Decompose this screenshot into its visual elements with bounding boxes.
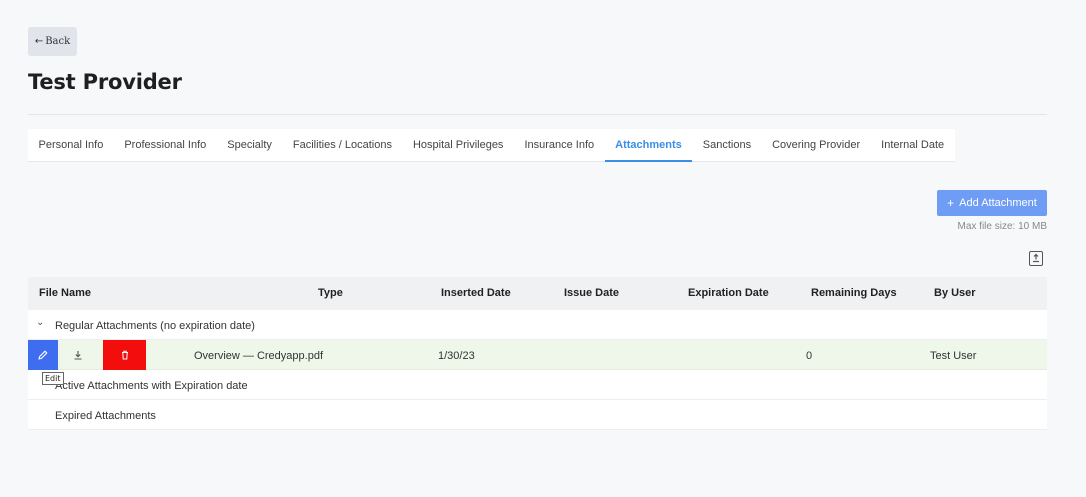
header-issue-date: Issue Date <box>564 287 620 299</box>
add-attachment-button[interactable]: + Add Attachment <box>937 190 1047 216</box>
delete-button[interactable] <box>103 340 146 370</box>
group-label: Expired Attachments <box>55 410 156 422</box>
download-button[interactable] <box>63 340 93 370</box>
file-name-cell[interactable]: Overview — Credyapp.pdf <box>194 350 323 362</box>
chevron-down-icon[interactable]: ⌄ <box>36 317 44 328</box>
group-label: Regular Attachments (no expiration date) <box>55 320 255 332</box>
header-by-user: By User <box>934 287 976 299</box>
group-active-attachments[interactable]: Active Attachments with Expiration date <box>28 370 1047 400</box>
tab-hospital-privileges[interactable]: Hospital Privileges <box>402 129 513 161</box>
tab-bar: Personal Info Professional Info Specialt… <box>28 129 955 162</box>
tab-internal-date[interactable]: Internal Date <box>871 129 955 161</box>
plus-icon: + <box>947 196 955 210</box>
export-icon[interactable] <box>1029 251 1043 266</box>
edit-button[interactable] <box>28 340 58 370</box>
add-attachment-label: Add Attachment <box>959 197 1037 209</box>
divider <box>28 114 1047 115</box>
back-button[interactable]: ← Back <box>28 27 77 56</box>
inserted-date-cell: 1/30/23 <box>438 350 475 362</box>
by-user-cell: Test User <box>930 350 977 362</box>
tab-attachments[interactable]: Attachments <box>604 129 693 162</box>
header-remaining-days: Remaining Days <box>811 287 897 299</box>
attachments-table: File Name Type Inserted Date Issue Date … <box>28 277 1047 430</box>
max-file-size-note: Max file size: 10 MB <box>957 221 1047 232</box>
group-label: Active Attachments with Expiration date <box>55 380 248 392</box>
header-inserted-date: Inserted Date <box>441 287 511 299</box>
tab-covering-provider[interactable]: Covering Provider <box>762 129 871 161</box>
page-title: Test Provider <box>28 70 182 94</box>
back-label: Back <box>45 36 71 47</box>
table-header: File Name Type Inserted Date Issue Date … <box>28 277 1047 310</box>
tab-sanctions[interactable]: Sanctions <box>692 129 761 161</box>
table-row: Overview — Credyapp.pdf 1/30/23 0 Test U… <box>28 340 1047 370</box>
arrow-left-icon: ← <box>34 36 44 47</box>
header-expiration-date: Expiration Date <box>688 287 769 299</box>
tab-facilities-locations[interactable]: Facilities / Locations <box>282 129 402 161</box>
tab-professional-info[interactable]: Professional Info <box>114 129 217 161</box>
header-type: Type <box>318 287 343 299</box>
group-expired-attachments[interactable]: Expired Attachments <box>28 400 1047 430</box>
edit-tooltip: Edit <box>42 372 64 385</box>
tab-insurance-info[interactable]: Insurance Info <box>514 129 605 161</box>
remaining-days-cell: 0 <box>806 350 813 362</box>
tab-personal-info[interactable]: Personal Info <box>28 129 114 161</box>
trash-icon <box>121 350 128 360</box>
header-file-name: File Name <box>39 287 91 299</box>
group-regular-attachments[interactable]: ⌄ Regular Attachments (no expiration dat… <box>28 310 1047 340</box>
download-icon <box>74 351 82 360</box>
pencil-icon <box>38 350 48 360</box>
tab-specialty[interactable]: Specialty <box>217 129 283 161</box>
